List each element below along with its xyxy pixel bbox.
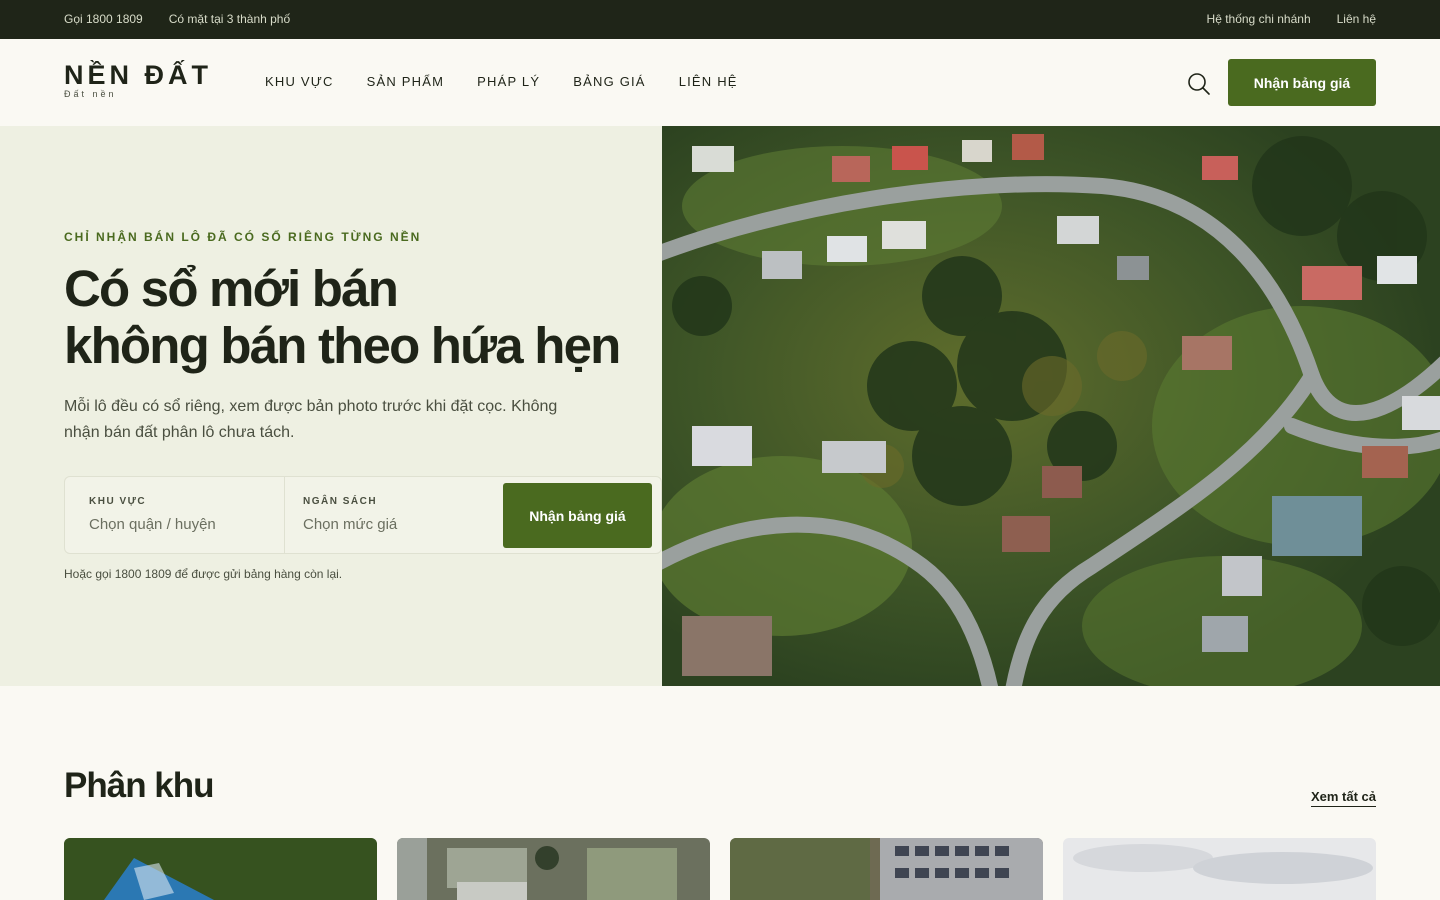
nav-item-khu-vuc[interactable]: KHU VỰC: [265, 74, 334, 89]
aerial-neighborhood-illustration: [662, 126, 1440, 686]
hero-eyebrow: CHỈ NHẬN BÁN LÔ ĐÃ CÓ SỔ RIÊNG TỪNG NỀN: [64, 230, 422, 244]
nav-item-lien-he[interactable]: LIÊN HỆ: [679, 74, 738, 89]
nav-item-phap-ly[interactable]: PHÁP LÝ: [477, 74, 540, 89]
hero-content: CHỈ NHẬN BÁN LÔ ĐÃ CÓ SỔ RIÊNG TỪNG NỀN …: [0, 126, 662, 686]
get-price-list-button[interactable]: Nhận bảng giá: [1228, 59, 1376, 106]
cloudy-sky-image: [1063, 838, 1376, 900]
area-card-4[interactable]: [1063, 838, 1376, 900]
area-card-3[interactable]: [730, 838, 1043, 900]
budget-select[interactable]: NGÂN SÁCH Chọn mức giá: [285, 477, 485, 553]
nav-item-bang-gia[interactable]: BẢNG GIÁ: [573, 74, 645, 89]
cities-text: Có mặt tại 3 thành phố: [168, 12, 291, 26]
site-header: NỀN ĐẤT Đất nền KHU VỰC SẢN PHẨM PHÁP LÝ…: [0, 39, 1440, 126]
phone-link[interactable]: Gọi 1800 1809: [64, 12, 143, 26]
budget-value: Chọn mức giá: [303, 516, 398, 533]
top-bar-right: Hệ thống chi nhánh Liên hệ: [1207, 12, 1376, 26]
logo[interactable]: NỀN ĐẤT Đất nền: [64, 59, 212, 99]
aerial-houses-image: [397, 838, 710, 900]
hero-headline: Có sổ mới bán không bán theo hứa hẹn: [64, 260, 664, 374]
branches-link[interactable]: Hệ thống chi nhánh: [1207, 12, 1311, 26]
area-value: Chọn quận / huyện: [89, 516, 216, 533]
main-nav: KHU VỰC SẢN PHẨM PHÁP LÝ BẢNG GIÁ LIÊN H…: [265, 74, 738, 89]
hero: CHỈ NHẬN BÁN LÔ ĐÃ CÓ SỔ RIÊNG TỪNG NỀN …: [0, 126, 1440, 686]
budget-label: NGÂN SÁCH: [303, 496, 378, 507]
area-select[interactable]: KHU VỰC Chọn quận / huyện: [65, 477, 285, 553]
hero-lead: Mỗi lô đều có sổ riêng, xem được bản pho…: [64, 398, 558, 441]
top-bar: Gọi 1800 1809 Có mặt tại 3 thành phố Hệ …: [0, 0, 1440, 39]
search-form: KHU VỰC Chọn quận / huyện NGÂN SÁCH Chọn…: [64, 476, 662, 554]
area-card-1[interactable]: [64, 838, 377, 900]
area-cards: [64, 838, 1376, 900]
search-icon: [1188, 73, 1210, 95]
logo-title: NỀN ĐẤT: [64, 60, 212, 90]
blueprint-on-grass-image: [64, 838, 377, 900]
search-button[interactable]: [1186, 71, 1212, 97]
nav-item-san-pham[interactable]: SẢN PHẨM: [367, 74, 445, 89]
hero-note: Hoặc gọi 1800 1809 để được gửi bảng hàng…: [64, 567, 343, 581]
aerial-town-image: [730, 838, 1043, 900]
top-bar-left: Gọi 1800 1809 Có mặt tại 3 thành phố: [64, 12, 290, 26]
contact-link[interactable]: Liên hệ: [1337, 12, 1376, 26]
hero-aerial-image: [662, 126, 1440, 686]
headline-line-2: không bán theo hứa hẹn: [64, 317, 621, 374]
area-card-2[interactable]: [397, 838, 710, 900]
area-label: KHU VỰC: [89, 496, 147, 507]
see-all-link[interactable]: Xem tất cả: [1310, 789, 1376, 807]
form-submit-button[interactable]: Nhận bảng giá: [503, 483, 652, 548]
section-title: Phân khu: [64, 766, 215, 805]
headline-line-1: Có sổ mới bán: [64, 260, 399, 317]
